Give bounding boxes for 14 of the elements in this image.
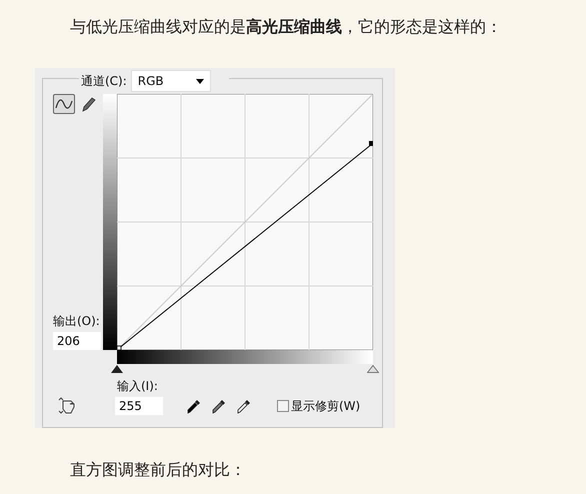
intro-paragraph: 与低光压缩曲线对应的是高光压缩曲线，它的形态是这样的： xyxy=(70,16,503,38)
caption-text: 直方图调整前后的对比： xyxy=(70,460,247,481)
curve-tool-button[interactable] xyxy=(53,94,75,114)
input-field[interactable]: 255 xyxy=(115,397,163,415)
output-label: 输出(O): xyxy=(53,313,101,330)
caret-icon xyxy=(196,78,204,84)
channel-dropdown[interactable]: RGB xyxy=(130,70,211,92)
output-field[interactable]: 206 xyxy=(53,332,101,350)
show-clipping-checkbox[interactable] xyxy=(277,400,289,412)
shadow-slider-icon[interactable] xyxy=(111,365,123,373)
channel-label: 通道(C): xyxy=(81,72,127,90)
show-clipping-label: 显示修剪(W) xyxy=(291,398,360,414)
highlight-slider-icon[interactable] xyxy=(367,365,379,373)
input-label: 输入(I): xyxy=(117,379,158,393)
